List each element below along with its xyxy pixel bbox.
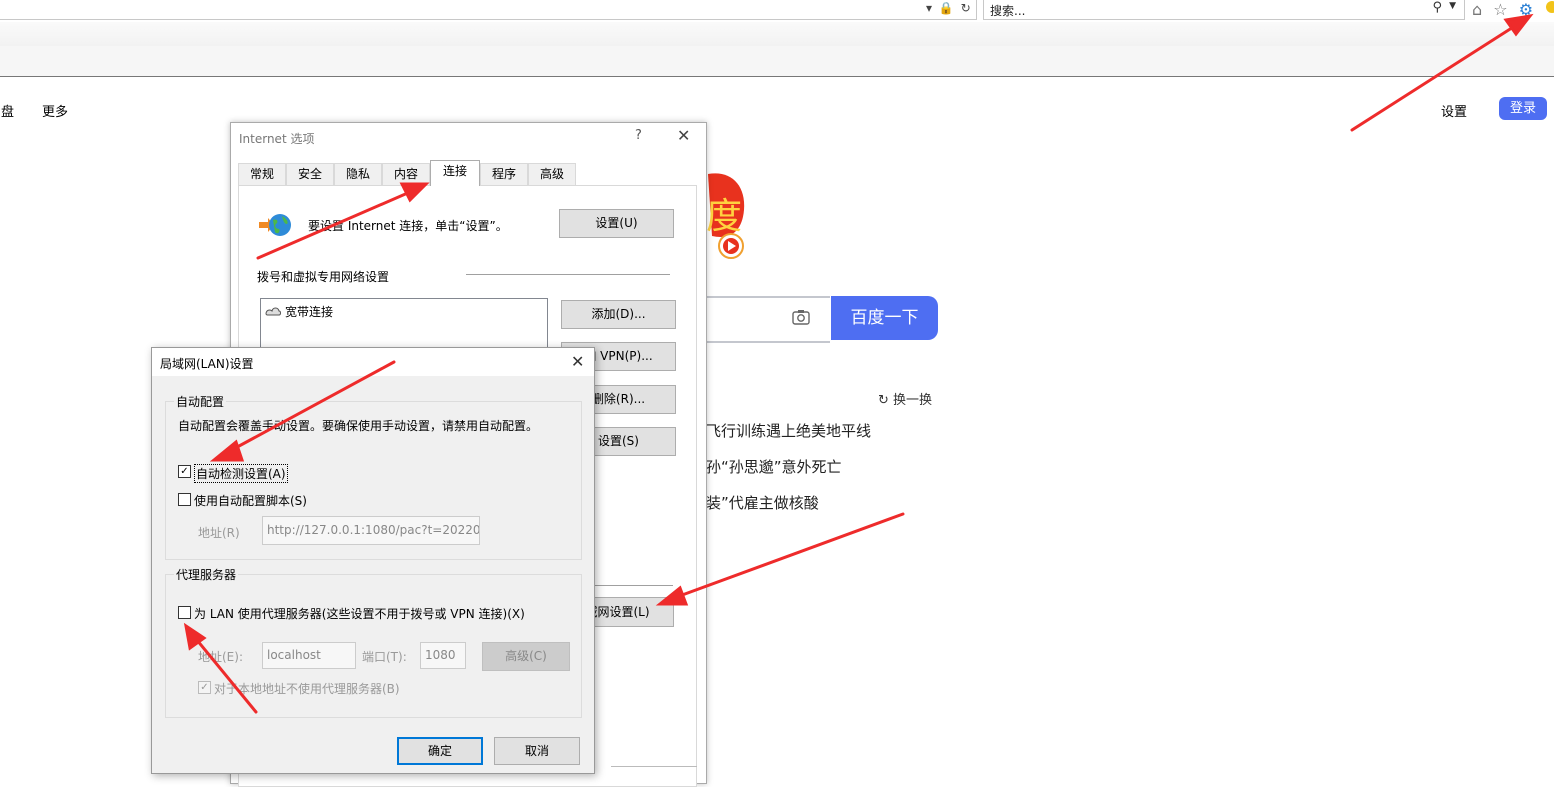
tab-content[interactable]: 内容 xyxy=(382,163,430,185)
tab-advanced[interactable]: 高级 xyxy=(528,163,576,185)
ok-button[interactable]: 确定 xyxy=(397,737,483,765)
home-icon[interactable]: ⌂ xyxy=(1472,0,1482,19)
refresh-hot-link[interactable]: ↻ 换一换 xyxy=(878,389,932,408)
field-label: 端口(T): xyxy=(362,650,407,664)
nav-link-more[interactable]: 更多 xyxy=(42,101,68,120)
hot-search-item[interactable]: 装”代雇主做核酸 xyxy=(706,492,819,513)
search-dropdown-icon[interactable]: ▼ xyxy=(1449,1,1456,11)
setup-hint: 要设置 Internet 连接，单击“设置”。 xyxy=(308,219,508,233)
proxy-address-field[interactable]: localhost xyxy=(262,642,356,669)
auto-script-checkbox[interactable] xyxy=(178,493,191,506)
svg-text:度: 度 xyxy=(706,196,742,237)
tab-general[interactable]: 常规 xyxy=(238,163,286,185)
lock-icon[interactable]: 🔒 xyxy=(939,1,954,15)
script-address-field[interactable]: http://127.0.0.1:1080/pac?t=202209 xyxy=(262,516,480,545)
arrow xyxy=(672,512,905,600)
browser-tool-icons: ⌂ ☆ ⚙ xyxy=(1472,0,1539,20)
setup-button[interactable]: 设置(U) xyxy=(559,209,674,238)
nav-link-settings[interactable]: 设置 xyxy=(1441,101,1467,120)
globe-connection-icon xyxy=(259,214,291,236)
tab-programs[interactable]: 程序 xyxy=(480,163,528,185)
group-label: 自动配置 xyxy=(174,393,227,410)
baidu-search-input[interactable] xyxy=(700,296,830,343)
lan-settings-dialog: 局域网(LAN)设置 ✕ 自动配置 自动配置会覆盖手动设置。要确保使用手动设置，… xyxy=(151,347,595,774)
connection-name: 宽带连接 xyxy=(285,305,334,319)
dialog-title: 局域网(LAN)设置 xyxy=(160,357,254,371)
smiley-icon[interactable] xyxy=(1546,1,1554,13)
dropdown-icon[interactable]: ▾ xyxy=(926,1,932,15)
checkbox-label[interactable]: 使用自动配置脚本(S) xyxy=(194,492,307,509)
browser-search-box[interactable]: 搜索... ⚲ ▼ xyxy=(983,0,1465,20)
star-icon[interactable]: ☆ xyxy=(1493,0,1507,19)
checkbox-label[interactable]: 自动检测设置(A) xyxy=(194,464,288,483)
search-placeholder: 搜索... xyxy=(990,4,1026,18)
favorites-bar xyxy=(0,46,1554,77)
add-button[interactable]: 添加(D)... xyxy=(561,300,676,329)
close-icon[interactable]: ✕ xyxy=(571,352,584,371)
auto-detect-checkbox[interactable]: ✓ xyxy=(178,465,191,478)
refresh-icon: ↻ xyxy=(878,393,894,408)
login-button[interactable]: 登录 xyxy=(1499,97,1547,120)
proxy-port-field[interactable]: 1080 xyxy=(420,642,466,669)
checkbox-label[interactable]: 为 LAN 使用代理服务器(这些设置不用于拨号或 VPN 连接)(X) xyxy=(194,605,525,622)
field-label: 地址(R) xyxy=(198,526,240,540)
group-label: 代理服务器 xyxy=(174,566,239,583)
address-bar[interactable] xyxy=(0,0,977,20)
dialog-title: Internet 选项 xyxy=(239,132,315,146)
baidu-search-button[interactable]: 百度一下 xyxy=(831,296,938,340)
tab-privacy[interactable]: 隐私 xyxy=(334,163,382,185)
camera-icon[interactable] xyxy=(792,309,810,325)
auto-config-description: 自动配置会覆盖手动设置。要确保使用手动设置，请禁用自动配置。 xyxy=(178,419,539,433)
divider xyxy=(611,766,697,767)
use-proxy-checkbox[interactable] xyxy=(178,606,191,619)
field-label: 地址(E): xyxy=(198,650,243,664)
list-item[interactable]: 宽带连接 xyxy=(265,303,333,320)
hot-search-item[interactable]: 飞行训练遇上绝美地平线 xyxy=(706,420,871,441)
tab-strip xyxy=(0,22,1554,46)
tab-connections[interactable]: 连接 xyxy=(430,160,480,186)
divider xyxy=(466,274,670,275)
search-icon[interactable]: ⚲ xyxy=(1432,0,1442,15)
hot-search-item[interactable]: 孙“孙思邈”意外死亡 xyxy=(706,456,842,477)
address-bar-icons: ▾ 🔒 ↻ xyxy=(926,1,974,19)
tab-security[interactable]: 安全 xyxy=(286,163,334,185)
bypass-local-checkbox[interactable]: ✓ xyxy=(198,681,211,694)
cancel-button[interactable]: 取消 xyxy=(494,737,580,765)
dialup-section-title: 拨号和虚拟专用网络设置 xyxy=(257,270,390,284)
refresh-icon[interactable]: ↻ xyxy=(961,1,971,15)
broadband-icon xyxy=(265,307,281,316)
advanced-button[interactable]: 高级(C) xyxy=(482,642,570,671)
checkbox-label[interactable]: 对于本地地址不使用代理服务器(B) xyxy=(214,680,400,697)
connections-list[interactable]: 宽带连接 xyxy=(260,298,548,350)
nav-link-wangpan[interactable]: 网盘 xyxy=(0,101,14,120)
refresh-label: 换一换 xyxy=(893,393,933,408)
divider xyxy=(595,585,673,586)
gear-icon[interactable]: ⚙ xyxy=(1519,0,1533,19)
close-icon[interactable]: ✕ xyxy=(677,126,690,145)
help-button[interactable]: ? xyxy=(635,128,642,143)
